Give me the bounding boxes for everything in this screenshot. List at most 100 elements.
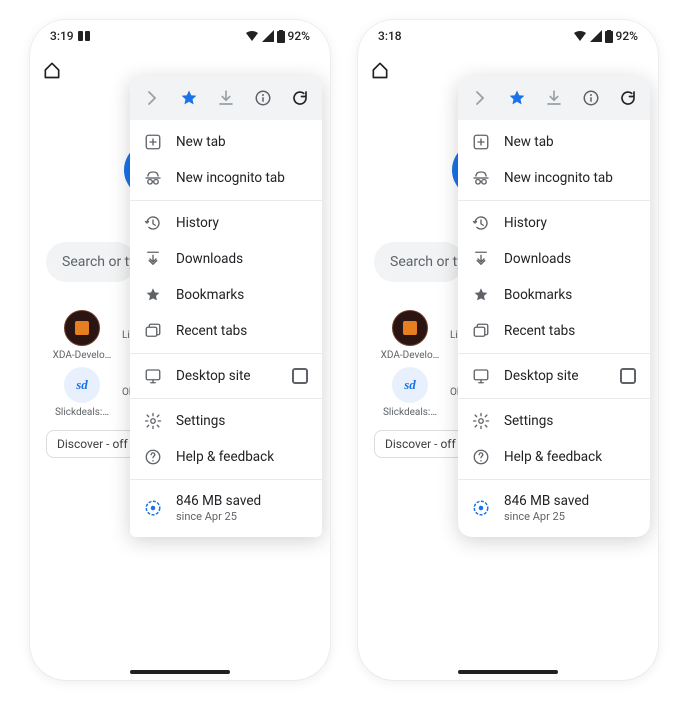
menu-item-data[interactable]: 846 MB savedsince Apr 25 [458,484,650,533]
battery-icon [277,30,285,43]
shortcut-slickdeals[interactable]: sd Slickdeals:… [374,367,446,418]
download-icon [144,250,162,268]
menu-items-list: New tab New incognito tab History Downloads… [130,120,322,537]
menu-item-label: Settings [176,413,225,429]
history-icon [472,214,490,232]
menu-item-label: History [504,215,547,231]
signal-icon [262,30,274,42]
gear-icon [472,412,490,430]
data-icon [472,499,490,517]
download-icon[interactable] [544,88,564,108]
menu-item-data[interactable]: 846 MB savedsince Apr 25 [130,484,322,533]
slickdeals-icon: sd [64,367,100,403]
overflow-menu: New tab New incognito tab History Downloads… [130,76,322,537]
menu-item-help[interactable]: Help & feedback [458,439,650,475]
menu-divider [458,398,650,399]
menu-item-plus[interactable]: New tab [458,124,650,160]
menu-item-label: Settings [504,413,553,429]
battery-percent: 92% [288,29,310,43]
menu-top-row [130,76,322,120]
menu-item-tabs[interactable]: Recent tabs [458,313,650,349]
shortcut-xda[interactable]: XDA-Develo… [374,310,446,361]
xda-icon [392,310,428,346]
search-input[interactable]: Search or type [46,242,136,282]
home-icon[interactable] [370,60,390,80]
nav-handle [130,670,230,674]
download-icon[interactable] [216,88,236,108]
star-icon[interactable] [507,88,527,108]
menu-divider [458,479,650,480]
status-bar: 3:18 92% [358,20,658,48]
tabs-icon [144,322,162,340]
wifi-icon [245,30,259,42]
phone-2: 3:18 92% Search or type XDA-Develo… Li [358,20,658,680]
menu-item-download[interactable]: Downloads [458,241,650,277]
incognito-icon [144,169,162,187]
menu-item-star[interactable]: Bookmarks [458,277,650,313]
menu-item-label: 846 MB savedsince Apr 25 [176,493,261,524]
star-icon[interactable] [179,88,199,108]
search-input[interactable]: Search or type [374,242,464,282]
menu-item-label: Desktop site [176,368,251,384]
star-icon [472,286,490,304]
gear-icon [144,412,162,430]
plus-icon [144,133,162,151]
menu-item-label: History [176,215,219,231]
data-icon [144,499,162,517]
menu-item-history[interactable]: History [130,205,322,241]
battery-percent: 92% [616,29,638,43]
menu-item-incognito[interactable]: New incognito tab [130,160,322,196]
menu-item-desktop[interactable]: Desktop site [130,358,322,394]
info-icon[interactable] [253,88,273,108]
home-icon[interactable] [42,60,62,80]
desktop-site-checkbox[interactable] [620,368,636,384]
status-time: 3:19 [50,29,74,43]
help-icon [144,448,162,466]
menu-item-desktop[interactable]: Desktop site [458,358,650,394]
nav-handle [458,670,558,674]
menu-item-gear[interactable]: Settings [458,403,650,439]
menu-item-label: Bookmarks [504,287,572,303]
wifi-icon [573,30,587,42]
phone-1: 3:19 92% Search or type XDA-Develo… Li [30,20,330,680]
menu-item-download[interactable]: Downloads [130,241,322,277]
shortcut-slickdeals[interactable]: sd Slickdeals:… [46,367,118,418]
discover-toggle[interactable]: Discover - off [374,430,467,458]
menu-item-help[interactable]: Help & feedback [130,439,322,475]
menu-item-label: New tab [176,134,226,150]
refresh-icon[interactable] [618,88,638,108]
incognito-icon [472,169,490,187]
status-bar: 3:19 92% [30,20,330,48]
status-time: 3:18 [378,29,402,43]
menu-item-label: Downloads [176,251,243,267]
menu-item-incognito[interactable]: New incognito tab [458,160,650,196]
menu-divider [130,398,322,399]
plus-icon [472,133,490,151]
menu-item-label: 846 MB savedsince Apr 25 [504,493,589,524]
menu-item-label: Help & feedback [504,449,602,465]
desktop-site-checkbox[interactable] [292,368,308,384]
menu-item-label: New tab [504,134,554,150]
desktop-icon [144,367,162,385]
menu-divider [130,479,322,480]
menu-item-history[interactable]: History [458,205,650,241]
shortcut-xda[interactable]: XDA-Develo… [46,310,118,361]
cast-icon [78,31,90,41]
menu-top-row [458,76,650,120]
forward-icon[interactable] [142,88,162,108]
menu-item-gear[interactable]: Settings [130,403,322,439]
menu-item-label: Downloads [504,251,571,267]
history-icon [144,214,162,232]
menu-divider [130,353,322,354]
menu-item-plus[interactable]: New tab [130,124,322,160]
battery-icon [605,30,613,43]
menu-item-label: Desktop site [504,368,579,384]
info-icon[interactable] [581,88,601,108]
slickdeals-icon: sd [392,367,428,403]
menu-item-tabs[interactable]: Recent tabs [130,313,322,349]
refresh-icon[interactable] [290,88,310,108]
menu-item-label: Bookmarks [176,287,244,303]
forward-icon[interactable] [470,88,490,108]
discover-toggle[interactable]: Discover - off [46,430,139,458]
menu-item-star[interactable]: Bookmarks [130,277,322,313]
